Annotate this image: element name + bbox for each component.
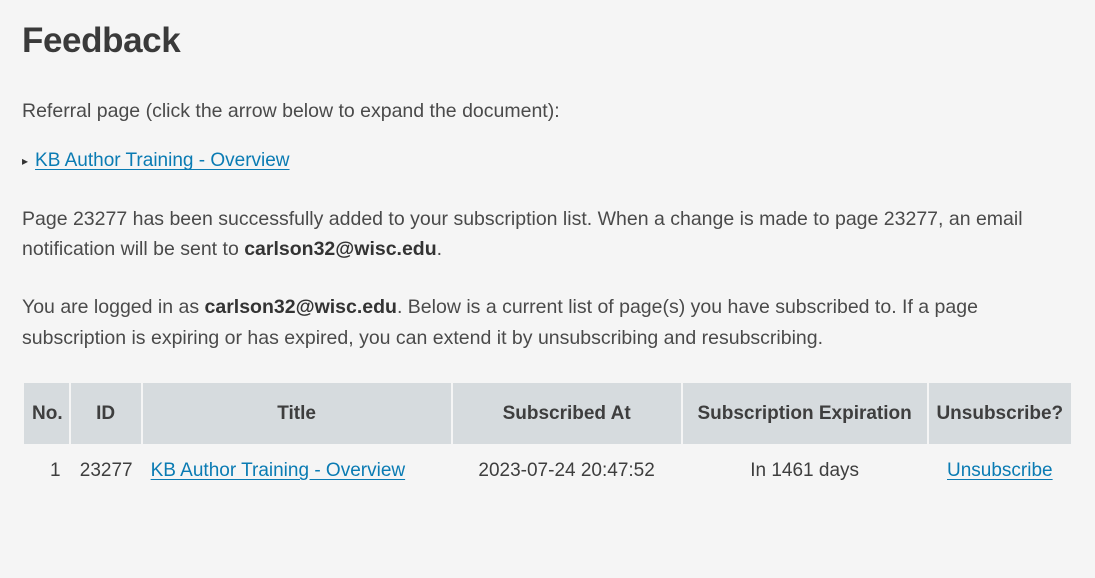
page-title: Feedback xyxy=(22,14,1073,68)
referral-link[interactable]: KB Author Training - Overview xyxy=(35,146,290,175)
cell-expiration: In 1461 days xyxy=(682,445,928,496)
feedback-panel: Feedback Referral page (click the arrow … xyxy=(0,0,1095,526)
referral-expand-row[interactable]: ▸ KB Author Training - Overview xyxy=(22,146,1073,175)
subscriptions-table: No. ID Title Subscribed At Subscription … xyxy=(22,381,1073,498)
table-header-row: No. ID Title Subscribed At Subscription … xyxy=(23,382,1072,446)
unsubscribe-link[interactable]: Unsubscribe xyxy=(947,460,1053,481)
confirmation-text-1: Page 23277 has been successfully added t… xyxy=(22,208,1023,260)
cell-unsubscribe: Unsubscribe xyxy=(928,445,1072,496)
cell-id: 23277 xyxy=(70,445,142,496)
cell-title: KB Author Training - Overview xyxy=(142,445,452,496)
logged-in-text-1: You are logged in as xyxy=(22,296,205,318)
logged-in-email: carlson32@wisc.edu xyxy=(205,296,397,318)
row-title-link[interactable]: KB Author Training - Overview xyxy=(151,460,406,481)
confirmation-email: carlson32@wisc.edu xyxy=(244,238,436,260)
col-header-id: ID xyxy=(70,382,142,446)
col-header-unsubscribe: Unsubscribe? xyxy=(928,382,1072,446)
cell-no: 1 xyxy=(23,445,70,496)
table-row: 1 23277 KB Author Training - Overview 20… xyxy=(23,445,1072,496)
col-header-no: No. xyxy=(23,382,70,446)
confirmation-message: Page 23277 has been successfully added t… xyxy=(22,204,1073,264)
chevron-right-icon: ▸ xyxy=(22,155,28,167)
col-header-title: Title xyxy=(142,382,452,446)
col-header-subscribed-at: Subscribed At xyxy=(452,382,682,446)
col-header-expiration: Subscription Expiration xyxy=(682,382,928,446)
cell-subscribed-at: 2023-07-24 20:47:52 xyxy=(452,445,682,496)
referral-intro: Referral page (click the arrow below to … xyxy=(22,96,1073,126)
logged-in-message: You are logged in as carlson32@wisc.edu.… xyxy=(22,292,1073,352)
confirmation-text-2: . xyxy=(437,238,442,260)
